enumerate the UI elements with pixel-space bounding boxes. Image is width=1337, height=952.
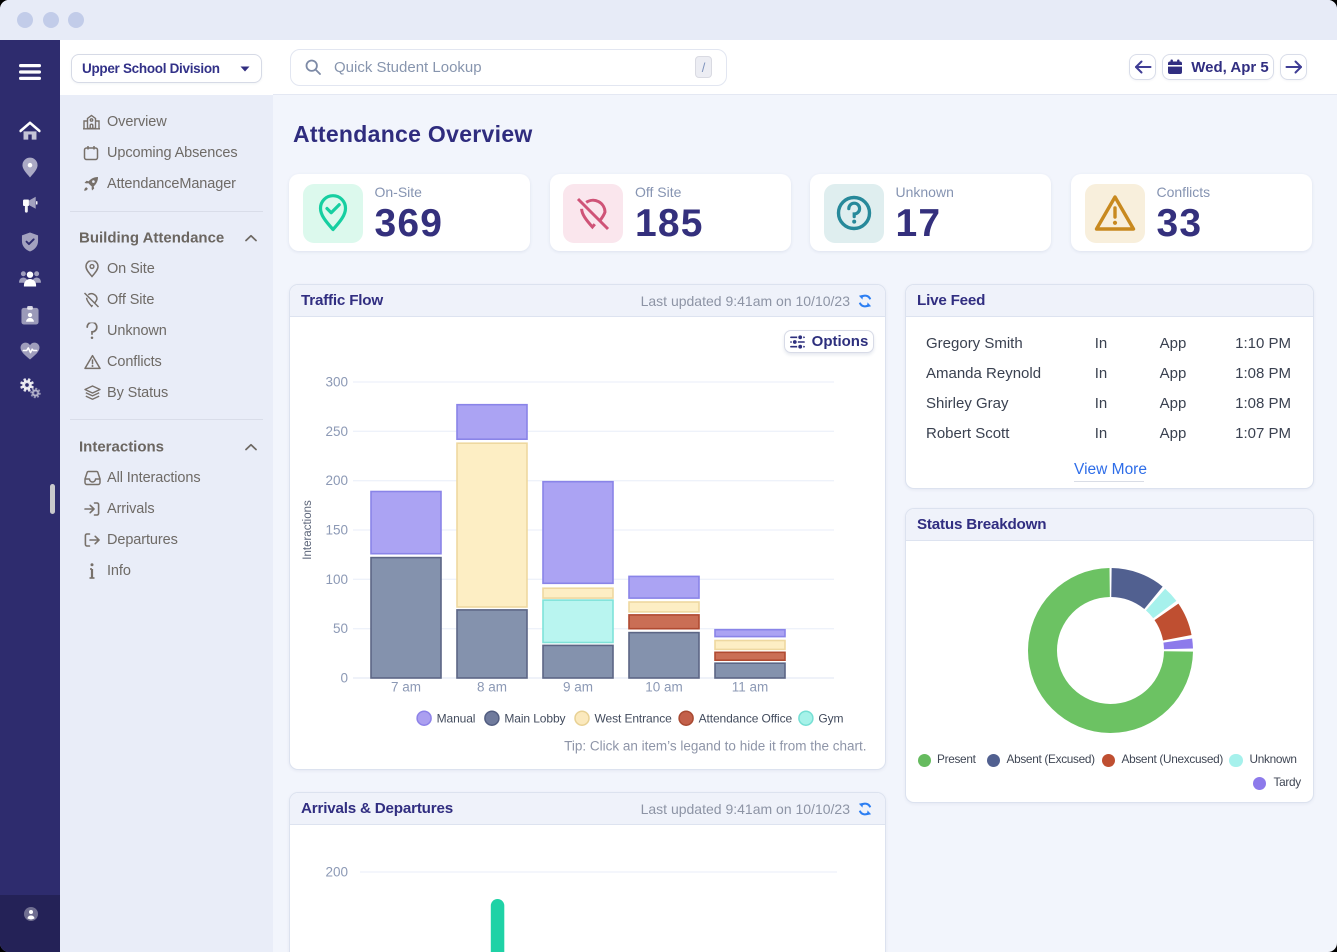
svg-text:0: 0 bbox=[340, 671, 348, 686]
svg-text:300: 300 bbox=[325, 375, 348, 390]
svg-text:Tip: Click an item’s legand to: Tip: Click an item’s legand to hide it f… bbox=[564, 739, 866, 754]
svg-text:50: 50 bbox=[333, 621, 348, 636]
svg-text:West Entrance: West Entrance bbox=[595, 712, 673, 726]
svg-text:8 am: 8 am bbox=[477, 680, 507, 695]
svg-text:200: 200 bbox=[325, 473, 348, 488]
svg-text:250: 250 bbox=[325, 424, 348, 439]
svg-text:Manual: Manual bbox=[437, 712, 476, 726]
svg-text:7 am: 7 am bbox=[391, 680, 421, 695]
svg-text:11 am: 11 am bbox=[732, 680, 769, 695]
svg-text:10 am: 10 am bbox=[645, 680, 683, 695]
svg-text:Interactions: Interactions bbox=[302, 500, 314, 560]
svg-text:9 am: 9 am bbox=[563, 680, 593, 695]
svg-text:150: 150 bbox=[325, 523, 348, 538]
svg-text:Attendance Office: Attendance Office bbox=[699, 712, 793, 726]
svg-text:Main Lobby: Main Lobby bbox=[504, 712, 565, 726]
svg-text:100: 100 bbox=[325, 572, 348, 587]
svg-text:Gym: Gym bbox=[818, 712, 843, 726]
svg-text:200: 200 bbox=[325, 865, 348, 880]
